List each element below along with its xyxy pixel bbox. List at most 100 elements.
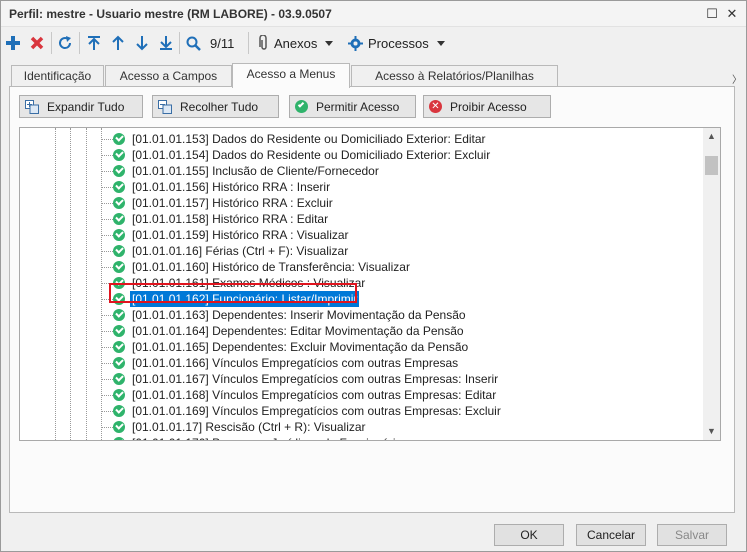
tab-identificacao[interactable]: Identificação	[11, 65, 104, 87]
tree-item[interactable]: [01.01.01.167] Vínculos Empregatícios co…	[20, 371, 700, 387]
expand-all-label: Expandir Tudo	[47, 99, 125, 114]
tree-item-label: [01.01.01.169] Vínculos Empregatícios co…	[132, 404, 501, 418]
tree-item[interactable]: [01.01.01.166] Vínculos Empregatícios co…	[20, 355, 700, 371]
ok-button[interactable]: OK	[494, 524, 564, 546]
scroll-down-icon[interactable]: ▼	[703, 423, 720, 440]
tab-scroll-icon[interactable]: 〉	[732, 71, 742, 86]
gear-icon	[348, 35, 363, 51]
deny-access-label: Proibir Acesso	[450, 99, 527, 114]
tree-item[interactable]: [01.01.01.170] Processos Jurídicos do Fu…	[20, 435, 700, 440]
tree-item-label: [01.01.01.165] Dependentes: Excluir Movi…	[132, 340, 469, 354]
menu-access-panel: Expandir Tudo Recolher Tudo Permitir Ace…	[9, 86, 735, 513]
highlight-box	[109, 283, 357, 303]
tree-item-label: [01.01.01.160] Histórico de Transferênci…	[132, 260, 410, 274]
tree-item-label: [01.01.01.159] Histórico RRA : Visualiza…	[132, 228, 349, 242]
check-circle-icon	[113, 133, 125, 145]
anexos-label: Anexos	[274, 35, 318, 51]
save-button[interactable]: Salvar	[657, 524, 727, 546]
deny-circle-icon: ✕	[429, 100, 442, 113]
check-circle-icon	[113, 309, 125, 321]
plus-icon	[6, 36, 20, 50]
tree-item[interactable]: [01.01.01.158] Histórico RRA : Editar	[20, 211, 700, 227]
tab-acesso-menus[interactable]: Acesso a Menus	[232, 63, 350, 88]
tree-item-label: [01.01.01.166] Vínculos Empregatícios co…	[132, 356, 459, 370]
check-circle-icon	[113, 197, 125, 209]
maximize-button[interactable]: ☐	[703, 5, 721, 23]
permit-access-label: Permitir Acesso	[316, 99, 400, 114]
first-record-button[interactable]	[87, 33, 101, 53]
tree-item[interactable]: [01.01.01.155] Inclusão de Cliente/Forne…	[20, 163, 700, 179]
delete-x-icon	[30, 36, 44, 50]
collapse-all-label: Recolher Tudo	[180, 99, 259, 114]
tree-item-label: [01.01.01.170] Processos Jurídicos do Fu…	[130, 435, 404, 440]
check-circle-icon	[113, 245, 125, 257]
title-bar: Perfil: mestre - Usuario mestre (RM LABO…	[1, 1, 746, 27]
tree-item[interactable]: [01.01.01.17] Rescisão (Ctrl + R): Visua…	[20, 419, 700, 435]
tree-item[interactable]: [01.01.01.164] Dependentes: Editar Movim…	[20, 323, 700, 339]
check-circle-icon	[113, 229, 125, 241]
last-arrow-icon	[160, 36, 172, 50]
check-circle-icon	[113, 165, 125, 177]
tree-item[interactable]: [01.01.01.163] Dependentes: Inserir Movi…	[20, 307, 700, 323]
tree-item[interactable]: [01.01.01.156] Histórico RRA : Inserir	[20, 179, 700, 195]
check-circle-icon	[113, 261, 125, 273]
tab-acesso-relatorios[interactable]: Acesso à Relatórios/Planilhas	[351, 65, 558, 87]
next-record-button[interactable]	[135, 33, 149, 53]
tree-item[interactable]: [01.01.01.168] Vínculos Empregatícios co…	[20, 387, 700, 403]
chevron-down-icon	[436, 40, 445, 46]
tree-item[interactable]: [01.01.01.160] Histórico de Transferênci…	[20, 259, 700, 275]
cancel-button[interactable]: Cancelar	[576, 524, 646, 546]
check-circle-icon	[113, 181, 125, 193]
check-circle-icon	[113, 437, 125, 440]
check-circle-icon	[295, 100, 308, 113]
tree-item[interactable]: [01.01.01.169] Vínculos Empregatícios co…	[20, 403, 700, 419]
last-record-button[interactable]	[159, 33, 173, 53]
chevron-down-icon	[325, 40, 334, 46]
window-title: Perfil: mestre - Usuario mestre (RM LABO…	[9, 7, 332, 21]
deny-access-button[interactable]: ✕ Proibir Acesso	[423, 95, 551, 118]
expand-all-button[interactable]: Expandir Tudo	[19, 95, 143, 118]
tree-item[interactable]: [01.01.01.16] Férias (Ctrl + F): Visuali…	[20, 243, 700, 259]
check-circle-icon	[113, 357, 125, 369]
tree-scrollbar[interactable]: ▲ ▼	[703, 128, 720, 440]
check-circle-icon	[113, 341, 125, 353]
permit-access-button[interactable]: Permitir Acesso	[289, 95, 416, 118]
refresh-icon	[59, 36, 72, 49]
tree-item-label: [01.01.01.155] Inclusão de Cliente/Forne…	[132, 164, 379, 178]
close-button[interactable]: ✕	[723, 5, 741, 23]
scroll-thumb[interactable]	[705, 156, 718, 175]
check-circle-icon	[113, 373, 125, 385]
tree-item-label: [01.01.01.157] Histórico RRA : Excluir	[132, 196, 333, 210]
tree-item-label: [01.01.01.158] Histórico RRA : Editar	[132, 212, 329, 226]
refresh-button[interactable]	[57, 33, 73, 53]
collapse-all-button[interactable]: Recolher Tudo	[152, 95, 279, 118]
tab-acesso-campos[interactable]: Acesso a Campos	[105, 65, 232, 87]
record-counter: 9/11	[210, 35, 235, 51]
tree-item[interactable]: [01.01.01.157] Histórico RRA : Excluir	[20, 195, 700, 211]
menu-tree[interactable]: [01.01.01.153] Dados do Residente ou Dom…	[19, 127, 721, 441]
toolbar: 9/11 Anexos Processos	[1, 28, 746, 58]
tree-item-label: [01.01.01.153] Dados do Residente ou Dom…	[132, 132, 486, 146]
tree-item-label: [01.01.01.156] Histórico RRA : Inserir	[132, 180, 331, 194]
delete-button[interactable]	[30, 33, 44, 53]
search-button[interactable]: 9/11	[186, 33, 234, 53]
add-button[interactable]	[6, 33, 20, 53]
processos-label: Processos	[368, 35, 429, 51]
scroll-up-icon[interactable]: ▲	[703, 128, 720, 145]
first-arrow-icon	[88, 36, 100, 50]
tree-item[interactable]: [01.01.01.165] Dependentes: Excluir Movi…	[20, 339, 700, 355]
check-circle-icon	[113, 389, 125, 401]
profile-window: Perfil: mestre - Usuario mestre (RM LABO…	[0, 0, 747, 552]
anexos-menu[interactable]: Anexos	[259, 33, 334, 53]
up-arrow-icon	[112, 35, 124, 50]
tree-item[interactable]: [01.01.01.153] Dados do Residente ou Dom…	[20, 131, 700, 147]
tree-item-label: [01.01.01.16] Férias (Ctrl + F): Visuali…	[132, 244, 349, 258]
processos-menu[interactable]: Processos	[348, 33, 445, 53]
tree-item-label: [01.01.01.167] Vínculos Empregatícios co…	[132, 372, 499, 386]
check-circle-icon	[113, 421, 125, 433]
tree-item-label: [01.01.01.17] Rescisão (Ctrl + R): Visua…	[132, 420, 366, 434]
tree-item[interactable]: [01.01.01.159] Histórico RRA : Visualiza…	[20, 227, 700, 243]
previous-record-button[interactable]	[111, 33, 125, 53]
tree-item[interactable]: [01.01.01.154] Dados do Residente ou Dom…	[20, 147, 700, 163]
tree-item-label: [01.01.01.163] Dependentes: Inserir Movi…	[132, 308, 466, 322]
